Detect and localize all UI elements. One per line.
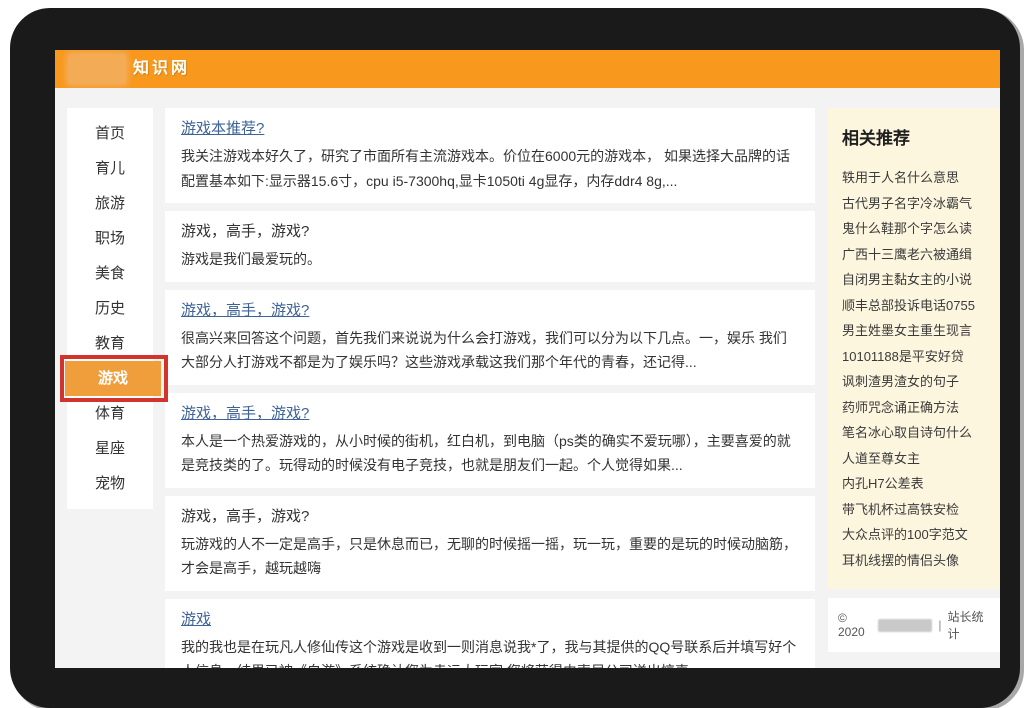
sidebar-item-parenting[interactable]: 育儿	[67, 151, 153, 186]
right-column: 相关推荐 轶用于人名什么意思 古代男子名字冷冰霸气 鬼什么鞋那个字怎么读 广西十…	[828, 108, 1000, 652]
browser-screen: 知识网 首页 育儿 旅游 职场 美食 历史 教育 游戏 体育 星座 宠物 游戏本…	[55, 50, 1000, 668]
sidebar-item-travel[interactable]: 旅游	[67, 186, 153, 221]
censored-site-name	[878, 619, 932, 632]
sidebar-nav: 首页 育儿 旅游 职场 美食 历史 教育 游戏 体育 星座 宠物	[67, 108, 153, 509]
recommendation-link[interactable]: 古代男子名字冷冰霸气	[842, 191, 986, 217]
post-card: 游戏，高手，游戏? 玩游戏的人不一定是高手，只是休息而已，无聊的时候摇一摇，玩一…	[165, 496, 815, 591]
recommendation-link[interactable]: 耳机线摆的情侣头像	[842, 548, 986, 574]
sidebar-item-home[interactable]: 首页	[67, 116, 153, 151]
post-title: 游戏，高手，游戏?	[181, 507, 309, 527]
recommendation-link[interactable]: 内孔H7公差表	[842, 471, 986, 497]
page-body: 首页 育儿 旅游 职场 美食 历史 教育 游戏 体育 星座 宠物 游戏本推荐? …	[55, 88, 1000, 668]
post-list: 游戏本推荐? 我关注游戏本好久了，研究了市面所有主流游戏本。价位在6000元的游…	[165, 108, 815, 668]
sidebar-item-history[interactable]: 历史	[67, 291, 153, 326]
post-excerpt: 游戏是我们最爱玩的。	[181, 247, 799, 272]
sidebar-item-food[interactable]: 美食	[67, 256, 153, 291]
recommendation-link[interactable]: 10101188是平安好贷	[842, 344, 986, 370]
sidebar-item-career[interactable]: 职场	[67, 221, 153, 256]
recommendation-link[interactable]: 带飞机杯过高铁安检	[842, 497, 986, 523]
recommendation-link[interactable]: 大众点评的100字范文	[842, 522, 986, 548]
post-title-link[interactable]: 游戏，高手，游戏?	[181, 404, 309, 424]
post-card: 游戏，高手，游戏? 游戏是我们最爱玩的。	[165, 211, 815, 282]
post-excerpt: 我关注游戏本好久了，研究了市面所有主流游戏本。价位在6000元的游戏本， 如果选…	[181, 144, 799, 193]
post-excerpt: 我的我也是在玩凡人修仙传这个游戏是收到一则消息说我*了，我与其提供的QQ号联系后…	[181, 635, 799, 669]
post-card: 游戏，高手，游戏? 本人是一个热爱游戏的，从小时候的街机，红白机，到电脑（ps类…	[165, 393, 815, 488]
recommendation-link[interactable]: 人道至尊女主	[842, 446, 986, 472]
post-title: 游戏，高手，游戏?	[181, 222, 309, 242]
post-excerpt: 本人是一个热爱游戏的，从小时候的街机，红白机，到电脑（ps类的确实不爱玩哪），主…	[181, 429, 799, 478]
post-card: 游戏本推荐? 我关注游戏本好久了，研究了市面所有主流游戏本。价位在6000元的游…	[165, 108, 815, 203]
recommendation-link[interactable]: 药师咒念诵正确方法	[842, 395, 986, 421]
sidebar-item-education[interactable]: 教育	[67, 326, 153, 361]
site-title: 知识网	[133, 50, 190, 88]
recommendation-link[interactable]: 广西十三鹰老六被通缉	[842, 242, 986, 268]
copyright-text: © 2020	[838, 611, 872, 639]
site-logo-blurred	[68, 54, 126, 84]
recommendation-link[interactable]: 讽刺渣男渣女的句子	[842, 369, 986, 395]
recommendation-link[interactable]: 男主姓墨女主重生现言	[842, 318, 986, 344]
post-excerpt: 很高兴来回答这个问题，首先我们来说说为什么会打游戏，我们可以分为以下几点。一，娱…	[181, 326, 799, 375]
sidebar-item-pets[interactable]: 宠物	[67, 466, 153, 501]
device-frame: 知识网 首页 育儿 旅游 职场 美食 历史 教育 游戏 体育 星座 宠物 游戏本…	[10, 8, 1020, 708]
recommendation-link[interactable]: 轶用于人名什么意思	[842, 165, 986, 191]
recommendation-link[interactable]: 自闭男主黏女主的小说	[842, 267, 986, 293]
related-recommendations-panel: 相关推荐 轶用于人名什么意思 古代男子名字冷冰霸气 鬼什么鞋那个字怎么读 广西十…	[828, 108, 1000, 589]
site-stats-link[interactable]: 站长统计	[948, 608, 990, 642]
footer-divider: |	[938, 618, 941, 632]
post-title-link[interactable]: 游戏本推荐?	[181, 119, 264, 139]
sidebar-item-sports[interactable]: 体育	[67, 396, 153, 431]
post-excerpt: 玩游戏的人不一定是高手，只是休息而已，无聊的时候摇一摇，玩一玩，重要的是玩的时候…	[181, 532, 799, 581]
sidebar-item-horoscope[interactable]: 星座	[67, 431, 153, 466]
site-header: 知识网	[55, 50, 1000, 88]
post-card: 游戏 我的我也是在玩凡人修仙传这个游戏是收到一则消息说我*了，我与其提供的QQ号…	[165, 599, 815, 669]
post-card: 游戏，高手，游戏? 很高兴来回答这个问题，首先我们来说说为什么会打游戏，我们可以…	[165, 290, 815, 385]
recommendation-link[interactable]: 鬼什么鞋那个字怎么读	[842, 216, 986, 242]
recommendation-link[interactable]: 笔名冰心取自诗句什么	[842, 420, 986, 446]
post-title-link[interactable]: 游戏	[181, 610, 211, 630]
post-title-link[interactable]: 游戏，高手，游戏?	[181, 301, 309, 321]
recommendation-link[interactable]: 顺丰总部投诉电话0755	[842, 293, 986, 319]
footer: © 2020 | 站长统计	[828, 598, 1000, 652]
sidebar-item-games-active[interactable]: 游戏	[65, 361, 161, 396]
related-recommendations-title: 相关推荐	[842, 124, 986, 149]
